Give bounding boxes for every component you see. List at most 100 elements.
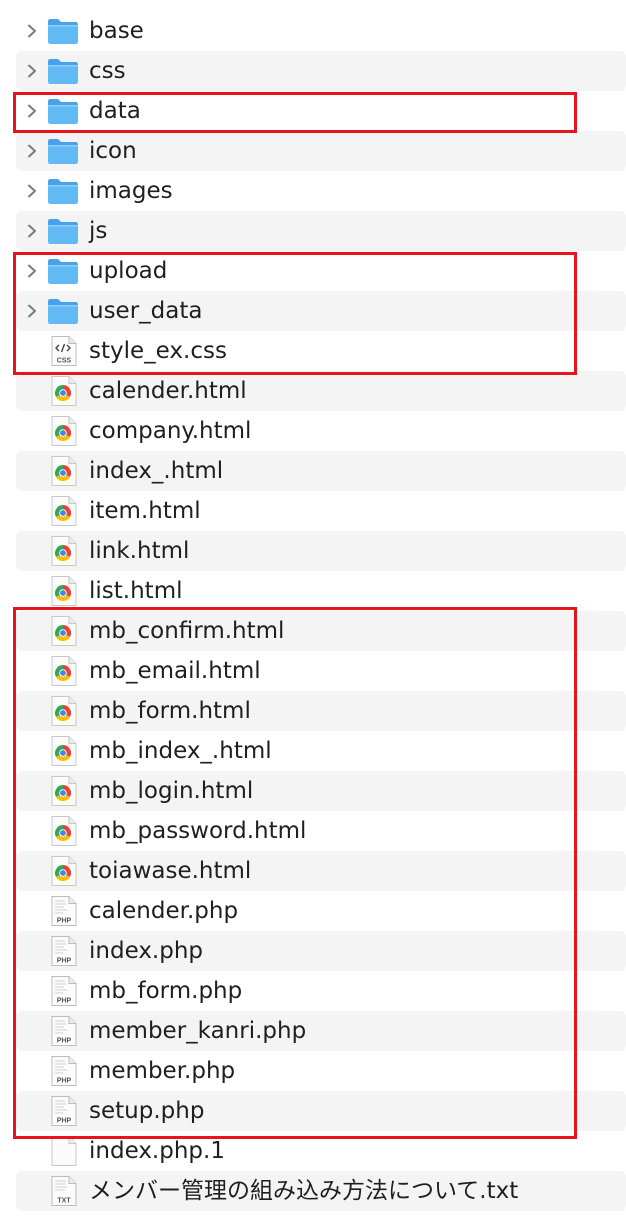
txt-file-icon: TXT [46, 1175, 80, 1207]
file-row[interactable]: item.html [0, 491, 626, 531]
file-name: upload [89, 258, 168, 284]
chevron-right-icon[interactable] [24, 63, 40, 79]
chevron-right-icon[interactable] [24, 23, 40, 39]
folder-icon [46, 175, 80, 207]
file-row[interactable]: mb_confirm.html [0, 611, 626, 651]
svg-text:PHP: PHP [57, 1078, 72, 1085]
chevron-right-icon[interactable] [24, 303, 40, 319]
file-row[interactable]: upload [0, 251, 626, 291]
chrome-html-file-icon [46, 535, 80, 567]
file-name: calender.html [89, 378, 247, 404]
file-row[interactable]: link.html [0, 531, 626, 571]
chrome-html-file-icon [46, 375, 80, 407]
file-row[interactable]: base [0, 11, 626, 51]
file-name: member_kanri.php [89, 1018, 307, 1044]
file-name: user_data [89, 298, 203, 324]
php-file-icon: PHP [46, 895, 80, 927]
file-name: mb_confirm.html [89, 618, 285, 644]
file-row[interactable]: PHP index.php [0, 931, 626, 971]
file-row[interactable]: mb_form.html [0, 691, 626, 731]
file-name: index_.html [89, 458, 224, 484]
file-name: mb_password.html [89, 818, 307, 844]
css-file-icon: CSS [46, 335, 80, 367]
chevron-right-icon[interactable] [24, 183, 40, 199]
folder-icon [46, 15, 80, 47]
file-name: mb_form.html [89, 698, 251, 724]
blank-file-icon [46, 1135, 80, 1167]
file-row[interactable]: mb_email.html [0, 651, 626, 691]
chrome-html-file-icon [46, 575, 80, 607]
file-row[interactable]: toiawase.html [0, 851, 626, 891]
file-name: toiawase.html [89, 858, 252, 884]
svg-text:PHP: PHP [57, 1038, 72, 1045]
chrome-html-file-icon [46, 455, 80, 487]
file-row[interactable]: js [0, 211, 626, 251]
svg-text:PHP: PHP [57, 918, 72, 925]
file-row[interactable]: index.php.1 [0, 1131, 626, 1171]
chrome-html-file-icon [46, 815, 80, 847]
file-row[interactable]: css [0, 51, 626, 91]
file-name: index.php.1 [89, 1138, 225, 1164]
file-row[interactable]: list.html [0, 571, 626, 611]
php-file-icon: PHP [46, 1015, 80, 1047]
file-list: base css data icon images js upload user_data CS… [0, 11, 626, 1211]
php-file-icon: PHP [46, 935, 80, 967]
file-row[interactable]: PHP member_kanri.php [0, 1011, 626, 1051]
file-name: data [89, 98, 141, 124]
file-row[interactable]: PHP mb_form.php [0, 971, 626, 1011]
chrome-html-file-icon [46, 695, 80, 727]
file-row[interactable]: data [0, 91, 626, 131]
folder-icon [46, 55, 80, 87]
chevron-right-icon[interactable] [24, 143, 40, 159]
file-row[interactable]: PHP setup.php [0, 1091, 626, 1131]
php-file-icon: PHP [46, 1055, 80, 1087]
file-name: list.html [89, 578, 183, 604]
file-name: setup.php [89, 1098, 205, 1124]
file-row[interactable]: TXT メンバー管理の組み込み方法について.txt [0, 1171, 626, 1211]
file-name: mb_form.php [89, 978, 243, 1004]
file-name: メンバー管理の組み込み方法について.txt [89, 1178, 519, 1204]
chevron-right-icon[interactable] [24, 223, 40, 239]
svg-text:PHP: PHP [57, 998, 72, 1005]
file-name: calender.php [89, 898, 239, 924]
file-row[interactable]: PHP member.php [0, 1051, 626, 1091]
file-row[interactable]: mb_login.html [0, 771, 626, 811]
svg-text:PHP: PHP [57, 958, 72, 965]
chrome-html-file-icon [46, 415, 80, 447]
file-name: company.html [89, 418, 252, 444]
folder-icon [46, 255, 80, 287]
php-file-icon: PHP [46, 1095, 80, 1127]
file-name: mb_login.html [89, 778, 254, 804]
chevron-right-icon[interactable] [24, 263, 40, 279]
file-name: mb_index_.html [89, 738, 272, 764]
file-row[interactable]: images [0, 171, 626, 211]
file-row[interactable]: PHP calender.php [0, 891, 626, 931]
folder-icon [46, 215, 80, 247]
file-name: item.html [89, 498, 201, 524]
file-row[interactable]: company.html [0, 411, 626, 451]
file-row[interactable]: index_.html [0, 451, 626, 491]
file-row[interactable]: mb_password.html [0, 811, 626, 851]
file-row[interactable]: icon [0, 131, 626, 171]
chrome-html-file-icon [46, 615, 80, 647]
file-name: mb_email.html [89, 658, 261, 684]
folder-icon [46, 95, 80, 127]
svg-text:CSS: CSS [57, 358, 72, 365]
chrome-html-file-icon [46, 495, 80, 527]
svg-text:TXT: TXT [57, 1198, 71, 1205]
file-name: base [89, 18, 144, 44]
file-name: js [89, 218, 108, 244]
chrome-html-file-icon [46, 775, 80, 807]
chrome-html-file-icon [46, 655, 80, 687]
file-name: index.php [89, 938, 204, 964]
file-row[interactable]: mb_index_.html [0, 731, 626, 771]
file-row[interactable]: user_data [0, 291, 626, 331]
file-row[interactable]: CSS style_ex.css [0, 331, 626, 371]
file-name: icon [89, 138, 137, 164]
file-row[interactable]: calender.html [0, 371, 626, 411]
php-file-icon: PHP [46, 975, 80, 1007]
file-name: images [89, 178, 173, 204]
chevron-right-icon[interactable] [24, 103, 40, 119]
folder-icon [46, 295, 80, 327]
file-name: style_ex.css [89, 338, 227, 364]
